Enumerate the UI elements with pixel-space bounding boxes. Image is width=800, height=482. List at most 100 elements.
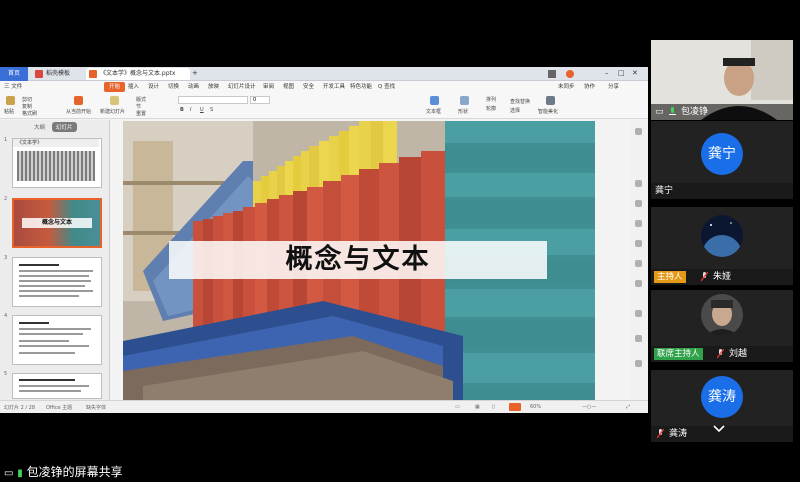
tab-docer-templates[interactable]: 稻壳模板 — [32, 68, 84, 80]
menu-security[interactable]: 安全 — [303, 81, 314, 93]
shapes-label: 形状 — [458, 109, 469, 115]
zoom-slider[interactable]: —○— — [582, 404, 596, 410]
animation-icon[interactable] — [635, 240, 642, 247]
menu-special[interactable]: 特色功能 — [350, 81, 372, 93]
shapes-icon[interactable] — [460, 96, 469, 105]
slide-title-box[interactable]: 概念与文本 — [169, 241, 547, 279]
theme-name: Office 主题 — [46, 405, 73, 411]
underline-button[interactable]: U — [200, 107, 204, 113]
play-from-current-icon[interactable] — [74, 96, 83, 105]
sorter-view-icon[interactable]: ▦ — [475, 404, 480, 410]
slide-thumbnail-2[interactable]: 概念与文本 — [12, 198, 102, 248]
slide-thumbnail-1[interactable]: 《文本学》 — [12, 138, 102, 188]
slide-thumbnail-5[interactable] — [12, 373, 102, 399]
menu-animation[interactable]: 动画 — [188, 81, 199, 93]
strikethrough-button[interactable]: S — [210, 107, 213, 113]
new-tab-icon[interactable]: + — [192, 69, 198, 77]
beautify-icon[interactable] — [546, 96, 555, 105]
paste-icon[interactable] — [6, 96, 15, 105]
shared-screen: 首页 稻壳模板 《文本学》概念与文本.pptx + – □ ✕ 三 文件 开始 … — [0, 67, 648, 413]
menu-slide-design[interactable]: 幻灯片设计 — [228, 81, 256, 93]
missing-fonts[interactable]: 缺失字体 — [86, 404, 106, 411]
copy-button[interactable]: 复制 — [22, 103, 32, 110]
arrange-button[interactable]: 排列 — [486, 96, 496, 103]
slide-number: 2 — [4, 196, 8, 202]
reading-view-icon[interactable]: ▯ — [492, 404, 495, 410]
menu-slideshow[interactable]: 放映 — [208, 81, 219, 93]
participant-tile-4[interactable]: 联席主持人 刘越 — [651, 290, 793, 362]
layout-icon[interactable] — [635, 260, 642, 267]
expand-icon[interactable] — [635, 128, 642, 135]
avatar — [701, 215, 743, 257]
right-tool-sidebar — [630, 120, 648, 400]
zoom-level: 60% — [530, 404, 542, 410]
tab-presentation-file[interactable]: 《文本学》概念与文本.pptx — [86, 68, 190, 80]
select-button[interactable]: 选择 — [510, 107, 520, 114]
settings-icon[interactable] — [635, 310, 642, 317]
menubar: 三 文件 开始 插入 设计 切换 动画 放映 幻灯片设计 审阅 视图 安全 开发… — [0, 81, 648, 93]
slide-thumbnail-3[interactable] — [12, 257, 102, 307]
share-label-text: 包凌铮的屏幕共享 — [26, 465, 123, 479]
menu-view[interactable]: 视图 — [283, 81, 294, 93]
menu-insert[interactable]: 插入 — [128, 81, 139, 93]
menu-start[interactable]: 开始 — [104, 82, 126, 92]
tab-outline[interactable]: 大纲 — [30, 122, 49, 132]
text-box-icon[interactable] — [430, 96, 439, 105]
menu-developer[interactable]: 开发工具 — [323, 81, 345, 93]
slide-thumbnail-4[interactable] — [12, 315, 102, 365]
close-icon[interactable]: ✕ — [632, 69, 638, 77]
user-avatar-icon[interactable] — [566, 70, 574, 78]
new-slide-label: 新建幻灯片 — [100, 109, 126, 115]
tab-label: 稻壳模板 — [46, 70, 71, 77]
participant-tile-3[interactable]: 主持人 朱娅 — [651, 207, 793, 285]
thumb-line — [19, 340, 69, 342]
more-icon[interactable] — [635, 360, 642, 367]
reset-button[interactable]: 重置 — [136, 110, 146, 117]
tab-slides[interactable]: 幻灯片 — [52, 122, 77, 132]
window-layout-icon[interactable] — [548, 70, 556, 78]
select-pane-icon[interactable] — [635, 180, 642, 187]
normal-view-icon[interactable]: ▭ — [455, 404, 460, 410]
section-button[interactable]: 节 — [136, 103, 141, 110]
thumb-line — [19, 270, 93, 272]
minimize-icon[interactable]: – — [605, 69, 609, 77]
participant-tile-1[interactable]: ▭ 包凌铮 — [651, 40, 793, 120]
chevron-down-icon[interactable] — [713, 424, 725, 434]
sync-status[interactable]: 未同步 — [558, 81, 575, 93]
slide-number: 4 — [4, 313, 8, 319]
home-tab[interactable]: 首页 — [0, 67, 28, 81]
participant-tile-2[interactable]: 龚宁 龚宁 — [651, 121, 793, 199]
bold-button[interactable]: B — [180, 107, 184, 113]
menu-file[interactable]: 三 文件 — [4, 81, 22, 93]
layout-button[interactable]: 版式 — [136, 96, 146, 103]
mic-icon — [669, 107, 676, 115]
backup-icon[interactable] — [635, 280, 642, 287]
collaborate-button[interactable]: 协作 — [584, 81, 595, 93]
play-from-current-label: 从当前开始 — [66, 109, 92, 115]
italic-button[interactable]: I — [190, 107, 191, 113]
format-painter-button[interactable]: 格式刷 — [22, 110, 37, 117]
share-button[interactable]: 分享 — [608, 81, 619, 93]
fit-window-icon[interactable]: ⤢ — [626, 404, 630, 410]
help-icon[interactable] — [635, 335, 642, 342]
thumb-line — [19, 345, 89, 347]
font-size-dropdown[interactable]: 0 — [250, 96, 270, 104]
slideshow-play-button[interactable] — [509, 403, 521, 411]
property-icon[interactable] — [635, 200, 642, 207]
pptx-file-icon — [89, 70, 97, 78]
new-slide-icon[interactable] — [110, 96, 119, 105]
find-replace-button[interactable]: 查找替换 — [510, 98, 530, 105]
menu-transition[interactable]: 切换 — [168, 81, 179, 93]
slide-canvas[interactable]: 概念与文本 — [123, 121, 595, 401]
style-icon[interactable] — [635, 220, 642, 227]
menu-design[interactable]: 设计 — [148, 81, 159, 93]
cut-button[interactable]: 剪切 — [22, 96, 32, 103]
menu-search[interactable]: Q 查找 — [378, 81, 395, 93]
maximize-icon[interactable]: □ — [618, 69, 625, 77]
thumb-line — [19, 275, 89, 277]
font-name-dropdown[interactable] — [178, 96, 248, 104]
avatar — [701, 294, 743, 336]
paste-label: 粘贴 — [4, 109, 15, 115]
menu-review[interactable]: 审阅 — [263, 81, 274, 93]
outline-button[interactable]: 轮廓 — [486, 105, 496, 112]
